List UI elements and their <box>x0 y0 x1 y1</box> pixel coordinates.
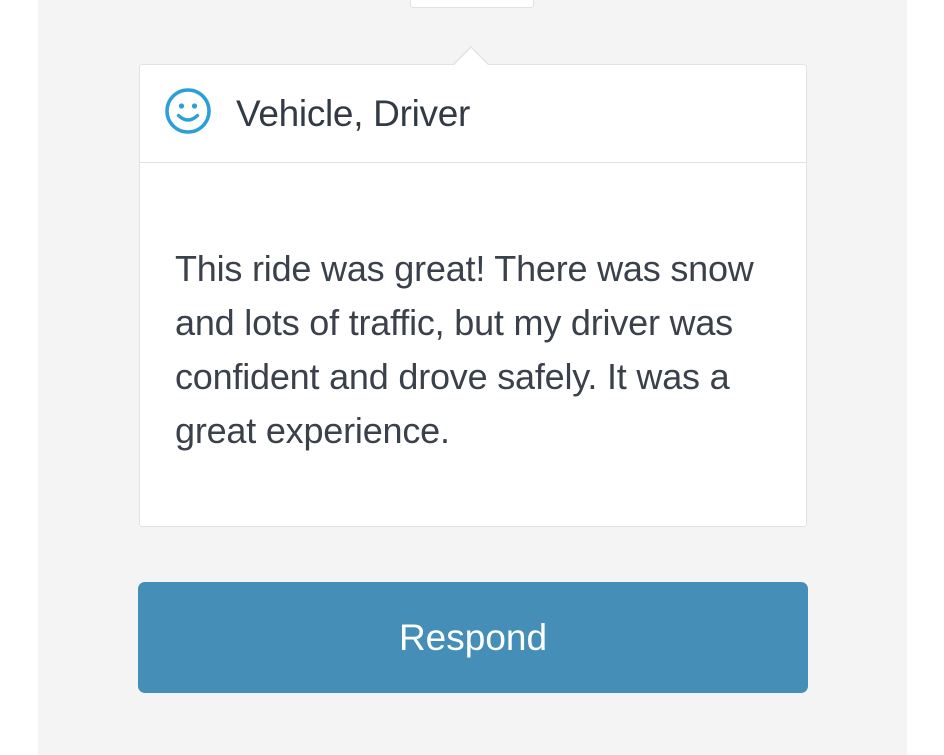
card-pointer-fill <box>454 48 488 65</box>
review-comment: This ride was great! There was snow and … <box>175 248 754 451</box>
respond-button[interactable]: Respond <box>138 582 808 693</box>
review-card: Vehicle, Driver This ride was great! The… <box>139 64 807 527</box>
review-categories: Vehicle, Driver <box>236 93 471 134</box>
smiley-icon <box>165 88 211 134</box>
previous-card-edge <box>410 0 534 8</box>
review-card-header: Vehicle, Driver <box>140 65 806 163</box>
